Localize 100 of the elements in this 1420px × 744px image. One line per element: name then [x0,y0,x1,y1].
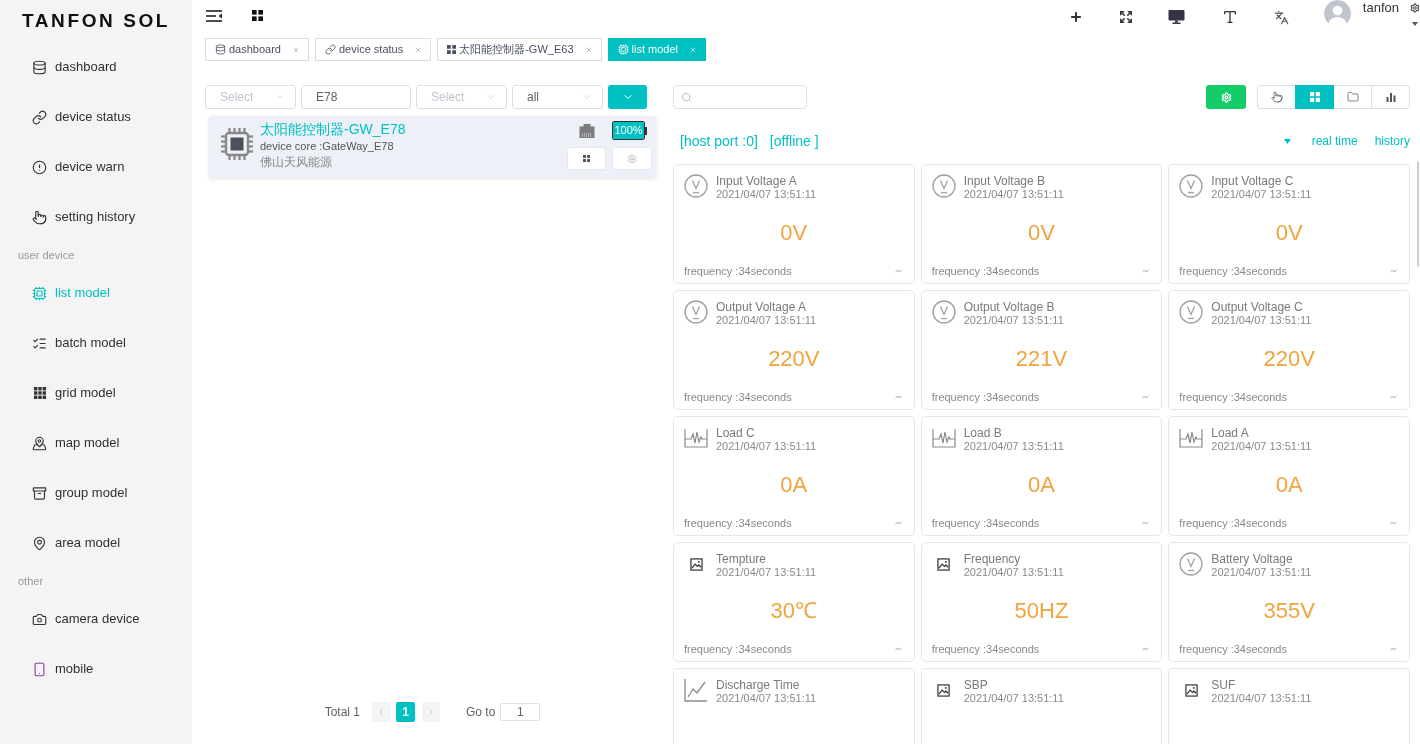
nav-item[interactable]: group model [0,468,192,518]
refresh-frequency: frequency :34seconds [684,641,792,657]
sensor-name: Input Voltage A [716,174,798,188]
nav-item[interactable]: batch model [0,318,192,368]
text-size-icon[interactable] [1221,9,1238,25]
chart-view-button[interactable] [1371,85,1410,109]
prev-page-button[interactable] [372,702,390,722]
sensor-value: 0V [780,219,808,246]
sensor-name: SBP [963,678,989,692]
nav-item[interactable]: map model [0,418,192,468]
nav-item[interactable]: device warn [0,142,192,192]
tilde-icon[interactable] [894,269,902,273]
timestamp: 2021/04/07 13:51:11 [1211,566,1312,579]
tilde-icon[interactable] [894,647,902,651]
tilde-icon[interactable] [1142,647,1150,651]
tilde-icon[interactable] [1390,269,1397,273]
nav-item[interactable]: camera device [0,594,192,644]
search-field[interactable] [673,85,807,109]
timestamp: 2021/04/07 13:51:11 [716,440,817,453]
section-label: user device [18,247,75,263]
sensor-name: Input Voltage C [1211,174,1295,188]
menu-fold-icon[interactable] [206,10,222,22]
refresh-frequency: frequency :34seconds [684,515,792,531]
map-pin-icon [32,435,47,451]
alert-icon [32,159,47,175]
timestamp: 2021/04/07 13:51:11 [1211,188,1312,201]
settings-icon[interactable] [1410,3,1420,13]
tilde-icon[interactable] [1142,395,1150,399]
translate-icon[interactable] [1273,10,1289,25]
monitor-icon[interactable] [1167,10,1185,24]
dropdown-button[interactable] [608,85,647,109]
next-page-button[interactable] [422,702,440,722]
nav-item[interactable]: grid model [0,368,192,418]
tilde-icon[interactable] [1142,521,1150,525]
tilde-icon[interactable] [1390,395,1397,399]
nav-item[interactable]: area model [0,518,192,568]
plus-icon[interactable] [1068,10,1083,24]
refresh-frequency: frequency :34seconds [684,389,792,405]
close-icon[interactable] [414,45,423,54]
user-name[interactable]: tanfon [1362,0,1399,15]
settings-button[interactable] [612,147,652,170]
close-icon[interactable] [688,45,697,54]
voltmeter-icon [1179,552,1204,576]
voltmeter-icon [931,174,956,198]
connection-status: [offline ] [769,131,819,151]
app-logo: TANFON SOL [22,8,171,33]
search-icon [681,91,692,103]
caret-icon[interactable] [1412,22,1418,26]
sensor-name: SUF [1211,678,1237,692]
sensor-name: Discharge Time [716,678,801,692]
tab[interactable]: 太阳能控制器-GW_E63 [437,38,602,61]
refresh-frequency: frequency :34seconds [931,389,1040,405]
bar-chart-icon [1385,92,1396,102]
refresh-frequency: frequency :34seconds [1179,641,1287,657]
scrollbar-thumb[interactable] [1417,161,1419,267]
sensor-value: 220V [1263,345,1315,372]
grid-icon [583,155,590,162]
refresh-frequency: frequency :34seconds [1179,389,1287,405]
tilde-icon[interactable] [1390,521,1397,525]
phone-icon [32,661,47,677]
nav-item[interactable]: device status [0,92,192,142]
close-icon[interactable] [584,45,593,54]
chip-icon [32,285,47,301]
tilde-icon[interactable] [1142,269,1150,273]
close-icon[interactable] [292,45,300,54]
tab[interactable]: device status [315,38,432,61]
page-input[interactable]: 1 [500,703,541,721]
camera-icon [32,611,47,627]
tab[interactable]: dashboard [205,38,309,61]
nav-item[interactable]: setting history [0,192,192,242]
tilde-icon[interactable] [894,521,902,525]
grid-icon[interactable] [252,10,263,21]
ethernet-port-icon [579,123,595,138]
device-card[interactable]: 太阳能控制器-GW_E78 device core :GateWay_E78 佛山天风能源 100% [209,116,656,178]
folder-icon [1346,91,1359,103]
nav-item[interactable]: mobile [0,644,192,694]
search-field[interactable]: E78 [301,85,411,109]
timestamp: 2021/04/07 13:51:11 [716,692,817,705]
sensor-value: 355V [1263,597,1315,624]
nav-item[interactable]: dashboard [0,42,192,92]
touch-view-button[interactable] [1257,85,1296,109]
fullscreen-icon[interactable] [1118,10,1133,24]
avatar-icon[interactable] [1323,0,1351,27]
tilde-icon[interactable] [1390,647,1397,651]
waveform-icon [684,428,708,448]
tilde-icon[interactable] [894,395,902,399]
total-count: Total 1 [324,704,360,721]
select-field[interactable]: all [512,85,603,109]
sensor-value: 50HZ [1014,597,1069,624]
company-name: 佛山天风能源 [260,155,333,170]
settings-button[interactable] [1206,85,1246,109]
image-icon [937,558,951,571]
goto-label: Go to [466,704,496,721]
waveform-icon [1179,428,1204,448]
timestamp: 2021/04/07 13:51:11 [1211,440,1312,453]
sensor-name: Output Voltage A [716,300,808,314]
image-icon [1184,684,1198,697]
grid-icon [447,45,457,54]
checklist-icon [32,335,47,351]
voltmeter-icon [1179,300,1204,324]
